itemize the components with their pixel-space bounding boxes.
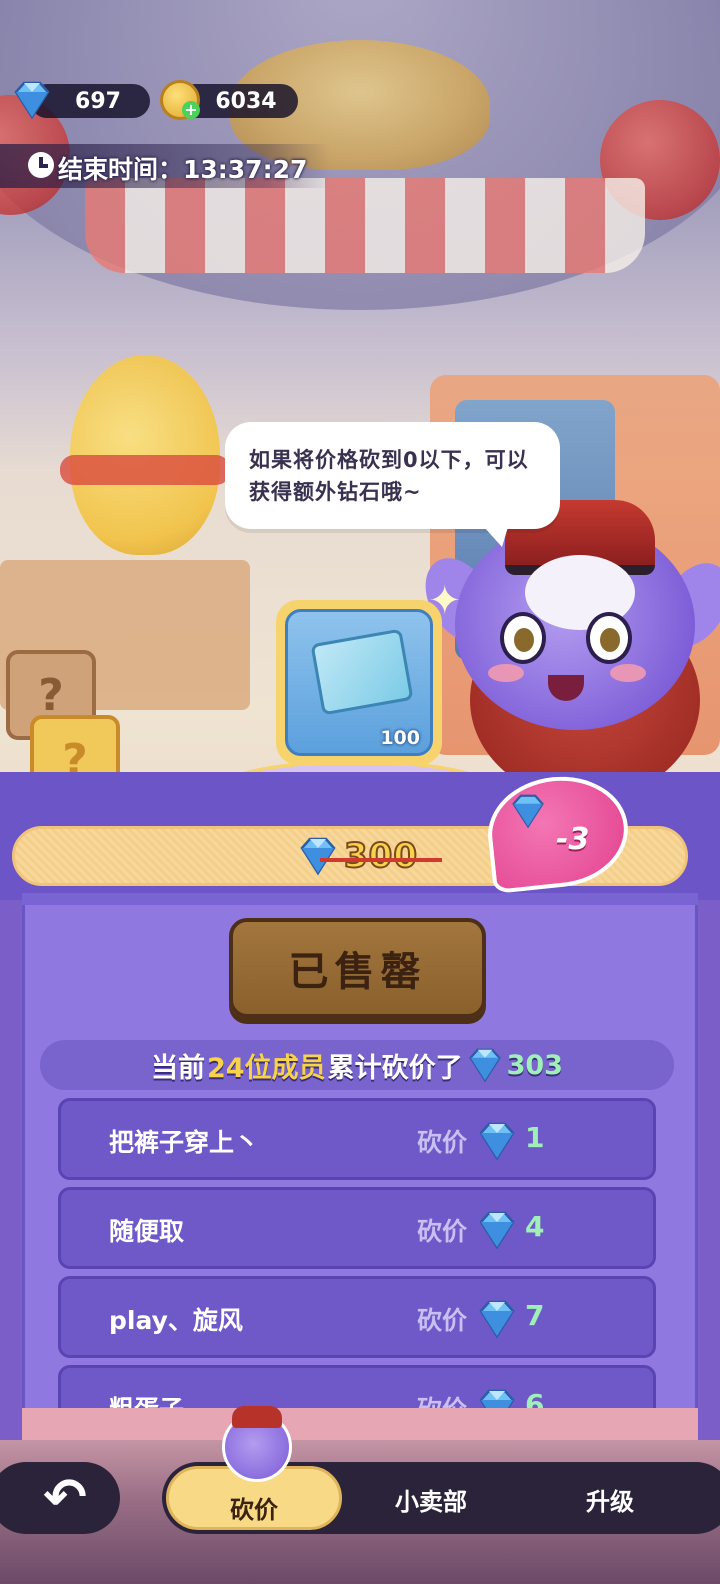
member-name: 随便取 <box>109 1217 185 1246</box>
diamond-icon <box>479 1211 515 1250</box>
back-arrow-icon: ↶ <box>43 1468 87 1528</box>
item-frame: 100 <box>285 609 433 756</box>
price-cut-value: -3 <box>556 822 590 857</box>
end-time-label: 结束时间：13:37:27 <box>58 155 308 184</box>
shop-awning <box>85 178 645 273</box>
character-eye <box>586 612 632 664</box>
map-item-icon <box>310 628 414 716</box>
diamond-icon <box>479 1122 515 1161</box>
price-strikethrough <box>320 858 442 862</box>
cut-value: 1 <box>525 1121 545 1154</box>
diamond-icon <box>512 794 544 829</box>
game-screen: ? ? 如果将价格砍到0以下，可以 获得额外钻石哦~ 100 ✦ 300 -3 … <box>0 0 720 1584</box>
speech-bubble: 如果将价格砍到0以下，可以 获得额外钻石哦~ <box>225 422 560 547</box>
bargain-summary: 当前 24位成员 累计砍价了 303 <box>40 1040 674 1090</box>
back-button[interactable]: ↶ <box>0 1462 120 1534</box>
item-card[interactable]: 100 <box>276 600 442 765</box>
plus-icon[interactable]: + <box>182 101 200 119</box>
panel-top-edge <box>22 893 698 905</box>
member-name: play、旋风 <box>109 1306 243 1335</box>
diamond-icon <box>479 1389 515 1408</box>
summary-prefix: 当前 <box>151 1052 206 1084</box>
cut-value: 4 <box>525 1210 545 1243</box>
character-eye <box>500 612 546 664</box>
tab-bargain-label: 砍价 <box>230 1496 278 1524</box>
bargain-list[interactable]: 把裤子穿上丶 砍价 1 随便取 砍价 4 play、旋风 砍价 7 6 <box>58 1098 656 1408</box>
panel-bottom-edge <box>22 1408 698 1440</box>
summary-members: 24位成员 <box>207 1052 326 1084</box>
sold-out-button[interactable]: 已售罄 <box>229 918 486 1018</box>
clock-icon <box>28 152 54 178</box>
original-price: 300 <box>296 832 442 880</box>
cut-label: 砍价 <box>417 1128 468 1157</box>
sparkle-icon: ✦ <box>428 578 462 624</box>
list-item: 随便取 砍价 4 <box>58 1187 656 1269</box>
cut-label: 砍价 <box>417 1217 468 1246</box>
pear-belt <box>60 455 230 485</box>
diamond-icon <box>468 1048 501 1083</box>
item-count: 100 <box>380 727 420 749</box>
diamond-icon <box>300 837 336 876</box>
member-name: 粗蛋子 <box>109 1390 184 1408</box>
tab-shop[interactable]: 小卖部 <box>395 1482 467 1517</box>
speech-line-2: 获得额外钻石哦~ <box>249 480 422 504</box>
list-item: 粗蛋子 砍价 6 <box>58 1365 656 1408</box>
member-name: 把裤子穿上丶 <box>109 1128 260 1157</box>
list-item: play、旋风 砍价 7 <box>58 1276 656 1358</box>
diamond-icon <box>479 1300 515 1339</box>
mascot-hat <box>232 1406 282 1428</box>
speech-line-1: 如果将价格砍到0以下，可以 <box>249 448 529 472</box>
original-price-value: 300 <box>343 835 418 877</box>
summary-total: 303 <box>506 1049 563 1081</box>
sold-out-label: 已售罄 <box>288 949 427 995</box>
tab-upgrade[interactable]: 升级 <box>586 1482 634 1517</box>
diamond-icon <box>14 81 50 120</box>
character-cheek <box>610 664 646 682</box>
coin-count: 6034 <box>215 88 277 114</box>
summary-middle: 累计砍价了 <box>327 1052 463 1084</box>
cut-value: 7 <box>525 1299 545 1332</box>
cut-value: 6 <box>525 1388 545 1408</box>
list-item: 把裤子穿上丶 砍价 1 <box>58 1098 656 1180</box>
cut-label: 砍价 <box>417 1306 468 1335</box>
character-cheek <box>488 664 524 682</box>
cut-label: 砍价 <box>417 1390 467 1408</box>
diamond-count: 697 <box>75 88 121 114</box>
